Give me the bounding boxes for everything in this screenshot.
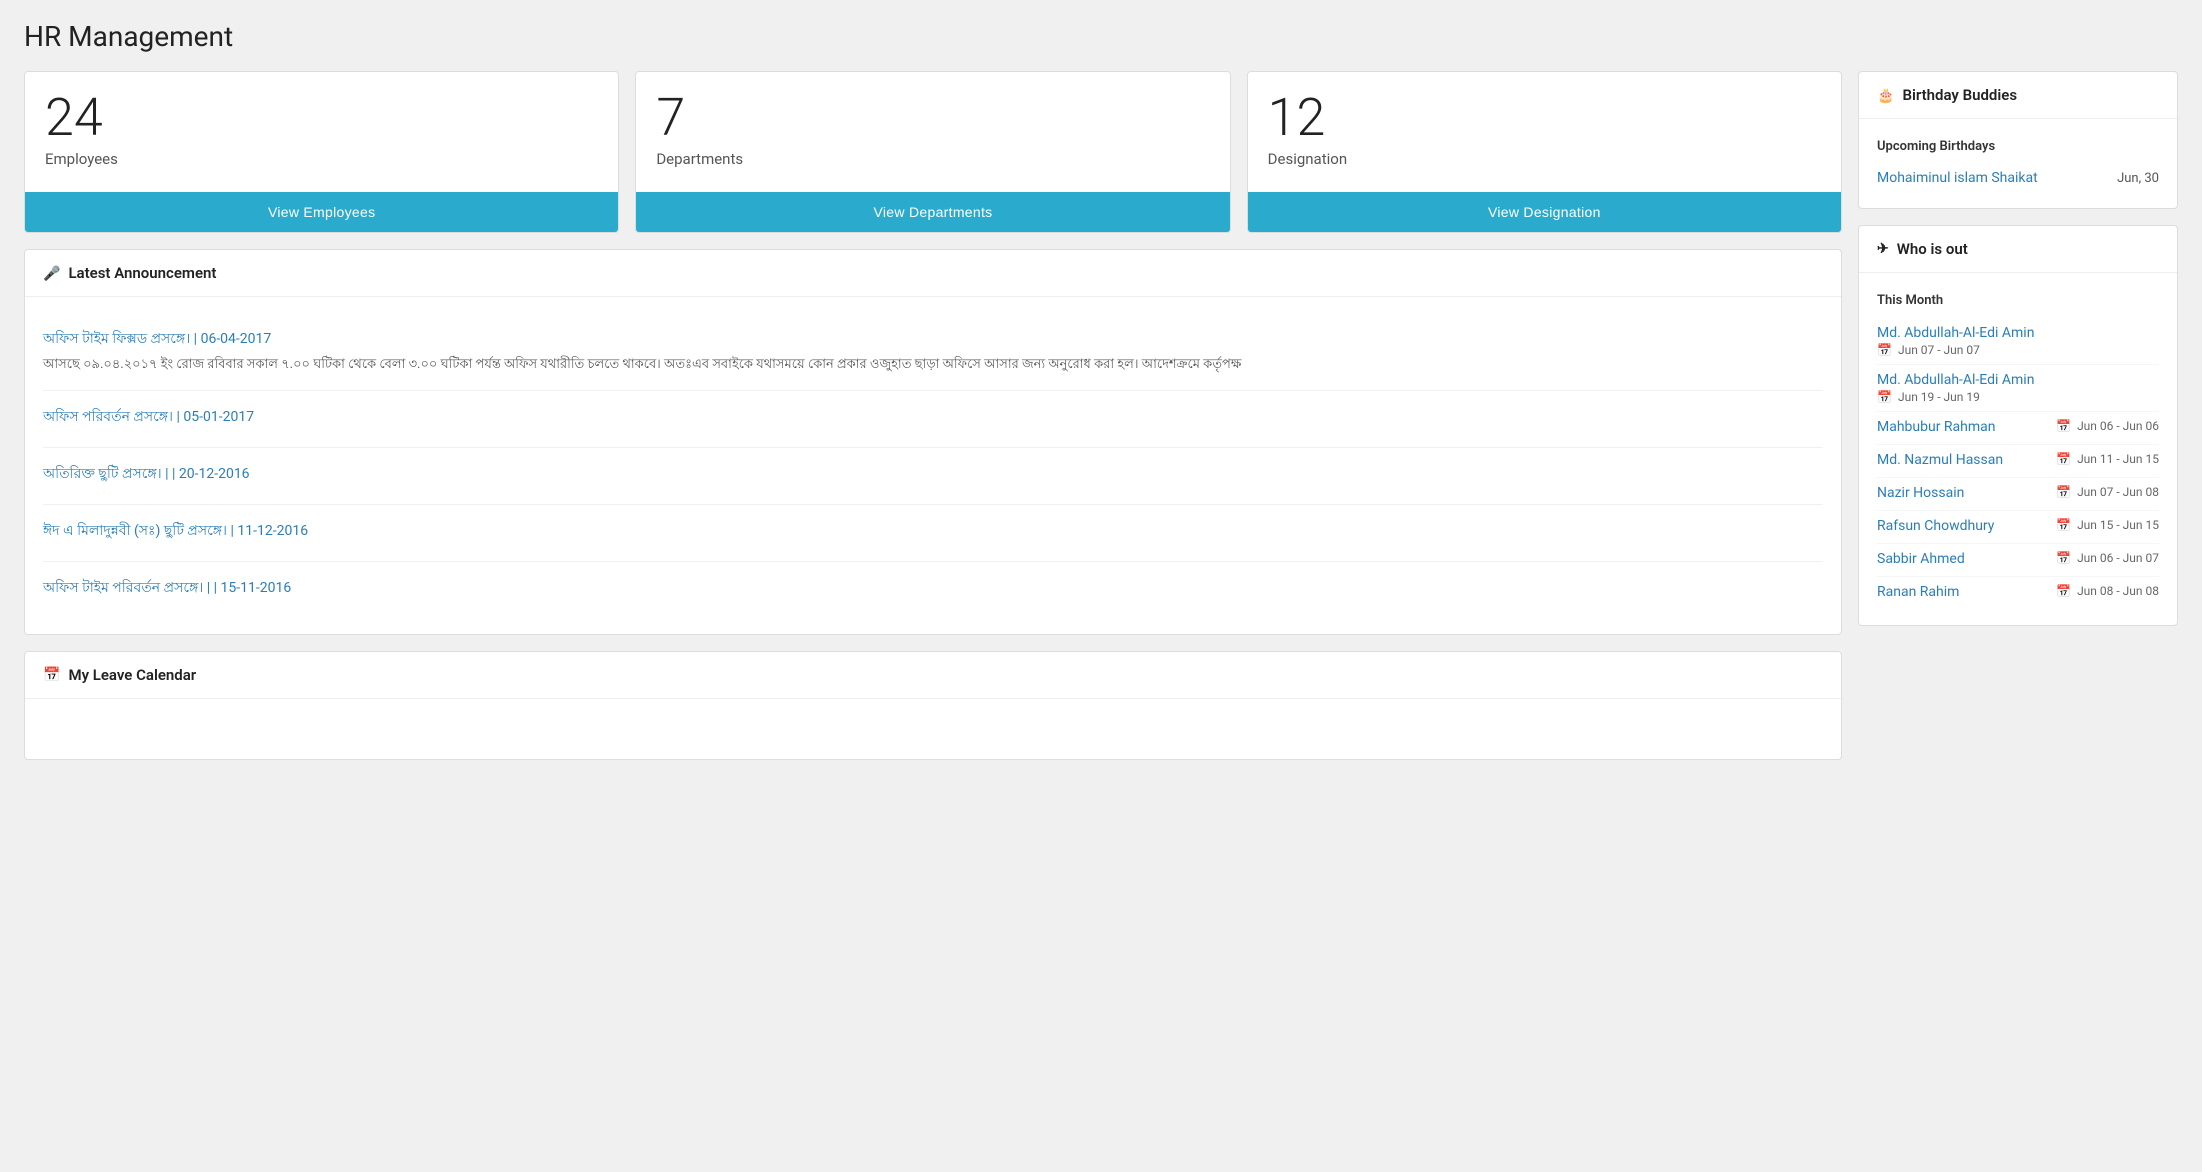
- announcement-header-label: Latest Announcement: [68, 264, 216, 282]
- who-out-person-name[interactable]: Ranan Rahim: [1877, 584, 1959, 600]
- stat-cards-row: 24 Employees View Employees 7 Department…: [24, 71, 1842, 233]
- announcement-header: Latest Announcement: [25, 250, 1841, 297]
- who-out-dates: 📅 Jun 19 - Jun 19: [1877, 390, 2159, 404]
- who-out-person-name[interactable]: Md. Abdullah-Al-Edi Amin: [1877, 372, 2034, 388]
- announcement-body: অফিস টাইম ফিক্সড প্রসঙ্গে। | 06-04-2017 …: [25, 297, 1841, 634]
- calendar-small-icon: 📅: [2056, 419, 2071, 433]
- who-out-item-row: Sabbir Ahmed 📅 Jun 06 - Jun 07: [1877, 551, 2159, 569]
- who-out-dates: 📅 Jun 06 - Jun 06: [2056, 419, 2159, 433]
- list-item: Sabbir Ahmed 📅 Jun 06 - Jun 07: [1877, 544, 2159, 577]
- stat-card-departments: 7 Departments View Departments: [635, 71, 1230, 233]
- leave-calendar-label: My Leave Calendar: [68, 666, 196, 684]
- employees-label: Employees: [45, 150, 598, 168]
- who-out-item-row: Rafsun Chowdhury 📅 Jun 15 - Jun 15: [1877, 518, 2159, 536]
- list-item: ঈদ এ মিলাদুন্নবী (সঃ) ছুটি প্রসঙ্গে। | 1…: [43, 505, 1823, 562]
- stat-card-employees-body: 24 Employees: [25, 72, 618, 192]
- who-out-dates: 📅 Jun 07 - Jun 07: [1877, 343, 2159, 357]
- leave-calendar-header: 📅 My Leave Calendar: [25, 652, 1841, 699]
- calendar-small-icon: 📅: [1877, 390, 1892, 404]
- calendar-small-icon: 📅: [2056, 452, 2071, 466]
- who-out-item-row: Md. Abdullah-Al-Edi Amin: [1877, 372, 2159, 390]
- list-item: Md. Abdullah-Al-Edi Amin 📅 Jun 19 - Jun …: [1877, 365, 2159, 412]
- who-is-out-panel: ✈ Who is out This Month Md. Abdullah-Al-…: [1858, 225, 2178, 626]
- page-wrapper: HR Management 24 Employees View Employee…: [0, 0, 2202, 780]
- who-out-dates: 📅 Jun 06 - Jun 07: [2056, 551, 2159, 565]
- who-out-item-row: Md. Abdullah-Al-Edi Amin: [1877, 325, 2159, 343]
- who-is-out-body: This Month Md. Abdullah-Al-Edi Amin 📅 Ju…: [1859, 273, 2177, 625]
- who-out-dates: 📅 Jun 08 - Jun 08: [2056, 584, 2159, 598]
- main-layout: 24 Employees View Employees 7 Department…: [24, 71, 2178, 760]
- announcement-list: অফিস টাইম ফিক্সড প্রসঙ্গে। | 06-04-2017 …: [43, 313, 1823, 618]
- announcement-panel: Latest Announcement অফিস টাইম ফিক্সড প্র…: [24, 249, 1842, 635]
- list-item: অতিরিক্ত ছুটি প্রসঙ্গে। | | 20-12-2016: [43, 448, 1823, 505]
- announcement-link[interactable]: অতিরিক্ত ছুটি প্রসঙ্গে। | | 20-12-2016: [43, 462, 1823, 486]
- who-is-out-label: Who is out: [1897, 240, 1968, 258]
- list-item: Mahbubur Rahman 📅 Jun 06 - Jun 06: [1877, 412, 2159, 445]
- who-out-person-name[interactable]: Mahbubur Rahman: [1877, 419, 1996, 435]
- who-out-person-name[interactable]: Rafsun Chowdhury: [1877, 518, 1994, 534]
- who-out-dates: 📅 Jun 15 - Jun 15: [2056, 518, 2159, 532]
- list-item: অফিস পরিবর্তন প্রসঙ্গে। | 05-01-2017: [43, 391, 1823, 448]
- calendar-small-icon: 📅: [2056, 518, 2071, 532]
- stat-card-designation-body: 12 Designation: [1248, 72, 1841, 192]
- announcement-link[interactable]: ঈদ এ মিলাদুন্নবী (সঃ) ছুটি প্রসঙ্গে। | 1…: [43, 519, 1823, 543]
- who-out-dates: 📅 Jun 11 - Jun 15: [2056, 452, 2159, 466]
- announcement-link[interactable]: অফিস পরিবর্তন প্রসঙ্গে। | 05-01-2017: [43, 405, 1823, 429]
- list-item: অফিস টাইম পরিবর্তন প্রসঙ্গে। | | 15-11-2…: [43, 562, 1823, 618]
- calendar-small-icon: 📅: [2056, 551, 2071, 565]
- leave-calendar-body: [25, 699, 1841, 759]
- departments-label: Departments: [656, 150, 1209, 168]
- list-item: অফিস টাইম ফিক্সড প্রসঙ্গে। | 06-04-2017 …: [43, 313, 1823, 391]
- view-employees-button[interactable]: View Employees: [25, 192, 618, 232]
- stat-card-employees: 24 Employees View Employees: [24, 71, 619, 233]
- who-out-person-name[interactable]: Nazir Hossain: [1877, 485, 1964, 501]
- birthday-person-name[interactable]: Mohaiminul islam Shaikat: [1877, 170, 2038, 186]
- who-out-item-row: Md. Nazmul Hassan 📅 Jun 11 - Jun 15: [1877, 452, 2159, 470]
- send-icon: ✈: [1877, 241, 1889, 257]
- birthday-buddies-body: Upcoming Birthdays Mohaiminul islam Shai…: [1859, 119, 2177, 208]
- list-item: Md. Nazmul Hassan 📅 Jun 11 - Jun 15: [1877, 445, 2159, 478]
- list-item: Rafsun Chowdhury 📅 Jun 15 - Jun 15: [1877, 511, 2159, 544]
- who-out-person-name[interactable]: Md. Abdullah-Al-Edi Amin: [1877, 325, 2034, 341]
- page-title: HR Management: [24, 20, 2178, 53]
- designation-label: Designation: [1268, 150, 1821, 168]
- right-col: Birthday Buddies Upcoming Birthdays Moha…: [1858, 71, 2178, 626]
- who-out-item-row: Nazir Hossain 📅 Jun 07 - Jun 08: [1877, 485, 2159, 503]
- upcoming-birthdays-label: Upcoming Birthdays: [1877, 135, 2159, 154]
- view-departments-button[interactable]: View Departments: [636, 192, 1229, 232]
- announcement-link[interactable]: অফিস টাইম পরিবর্তন প্রসঙ্গে। | | 15-11-2…: [43, 576, 1823, 600]
- mic-icon: [43, 264, 60, 282]
- list-item: Ranan Rahim 📅 Jun 08 - Jun 08: [1877, 577, 2159, 609]
- calendar-small-icon: 📅: [2056, 485, 2071, 499]
- who-out-person-name[interactable]: Md. Nazmul Hassan: [1877, 452, 2003, 468]
- who-out-dates: 📅 Jun 07 - Jun 08: [2056, 485, 2159, 499]
- birthday-icon: [1877, 86, 1894, 104]
- calendar-small-icon: 📅: [1877, 343, 1892, 357]
- announcement-link[interactable]: অফিস টাইম ফিক্সড প্রসঙ্গে। | 06-04-2017: [43, 327, 1823, 351]
- left-col: 24 Employees View Employees 7 Department…: [24, 71, 1842, 760]
- calendar-icon: 📅: [43, 667, 60, 683]
- birthday-entry: Mohaiminul islam Shaikat Jun, 30: [1877, 164, 2159, 192]
- birthday-buddies-label: Birthday Buddies: [1902, 86, 2017, 104]
- leave-calendar-panel: 📅 My Leave Calendar: [24, 651, 1842, 760]
- calendar-small-icon: 📅: [2056, 584, 2071, 598]
- who-is-out-header: ✈ Who is out: [1859, 226, 2177, 273]
- stat-card-designation: 12 Designation View Designation: [1247, 71, 1842, 233]
- birthday-buddies-header: Birthday Buddies: [1859, 72, 2177, 119]
- announcement-excerpt: আসছে ০৯.০৪.২০১৭ ইং রোজ রবিবার সকাল ৭.০০ …: [43, 355, 1823, 376]
- birthday-buddies-panel: Birthday Buddies Upcoming Birthdays Moha…: [1858, 71, 2178, 209]
- who-out-person-name[interactable]: Sabbir Ahmed: [1877, 551, 1965, 567]
- who-out-list: Md. Abdullah-Al-Edi Amin 📅 Jun 07 - Jun …: [1877, 318, 2159, 609]
- departments-number: 7: [656, 92, 1209, 144]
- stat-card-departments-body: 7 Departments: [636, 72, 1229, 192]
- who-out-item-row: Ranan Rahim 📅 Jun 08 - Jun 08: [1877, 584, 2159, 602]
- list-item: Md. Abdullah-Al-Edi Amin 📅 Jun 07 - Jun …: [1877, 318, 2159, 365]
- who-out-month-label: This Month: [1877, 289, 2159, 308]
- view-designation-button[interactable]: View Designation: [1248, 192, 1841, 232]
- birthday-date: Jun, 30: [2117, 171, 2159, 186]
- employees-number: 24: [45, 92, 598, 144]
- list-item: Nazir Hossain 📅 Jun 07 - Jun 08: [1877, 478, 2159, 511]
- who-out-item-row: Mahbubur Rahman 📅 Jun 06 - Jun 06: [1877, 419, 2159, 437]
- designation-number: 12: [1268, 92, 1821, 144]
